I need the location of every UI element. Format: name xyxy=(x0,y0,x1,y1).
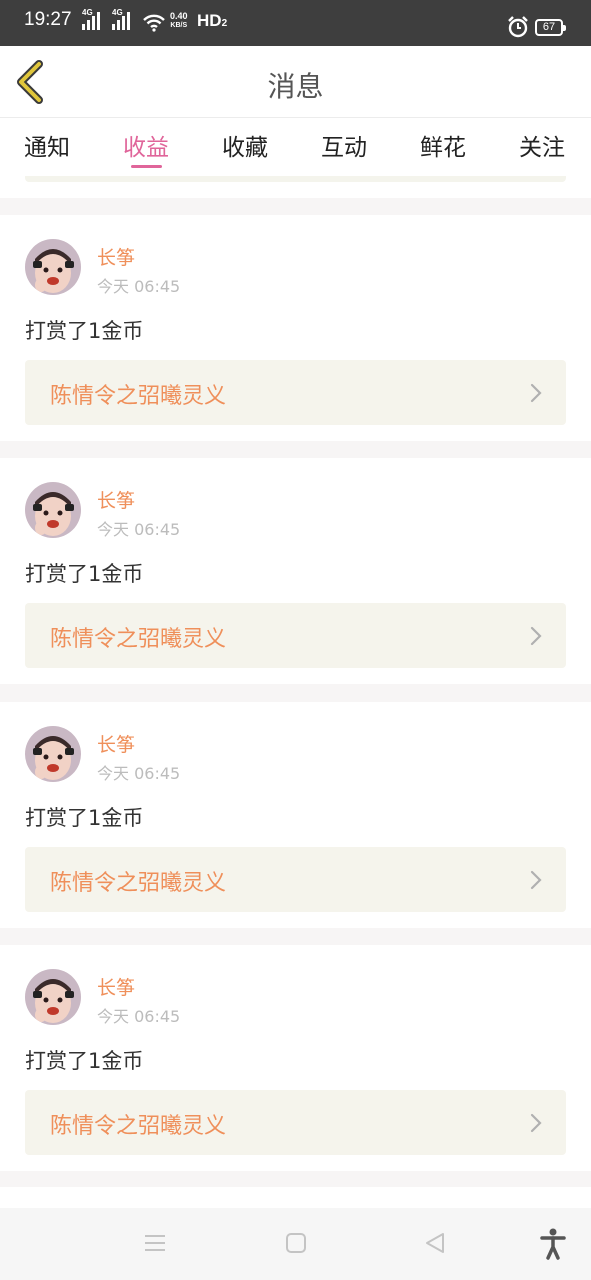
book-link[interactable]: 陈情令之弨曦灵义 xyxy=(25,1090,566,1155)
system-nav-bar xyxy=(0,1208,591,1280)
book-title: 陈情令之弨曦灵义 xyxy=(50,384,227,409)
username[interactable]: 长筝 xyxy=(97,730,135,757)
reward-card: 长筝 今天 06:45 打赏了1金币 陈情令之弨曦灵义 xyxy=(0,945,591,1171)
signal-icon: 4G xyxy=(82,8,100,30)
tab-flowers[interactable]: 鲜花 xyxy=(420,128,466,162)
avatar[interactable] xyxy=(25,239,81,295)
back-triangle-icon[interactable] xyxy=(424,1232,446,1254)
timestamp: 今天 06:45 xyxy=(97,764,181,783)
tab-bar: 通知 收益 收藏 互动 鲜花 关注 xyxy=(0,118,591,176)
tab-favorites[interactable]: 收藏 xyxy=(222,128,268,162)
title-bar: 消息 xyxy=(0,46,591,118)
page-title: 消息 xyxy=(267,70,324,103)
book-link[interactable]: 陈情令之弨曦灵义 xyxy=(25,603,566,668)
chevron-right-icon xyxy=(530,383,542,403)
chevron-right-icon xyxy=(530,1113,542,1133)
reward-message: 打赏了1金币 xyxy=(25,806,144,830)
book-link[interactable]: 陈情令之弨曦灵义 xyxy=(25,847,566,912)
tab-notice[interactable]: 通知 xyxy=(24,128,70,162)
tab-interaction[interactable]: 互动 xyxy=(321,128,367,162)
reward-card: 长筝 今天 06:45 打赏了1金币 陈情令之弨曦灵义 xyxy=(0,702,591,928)
active-tab-indicator xyxy=(131,165,162,168)
username[interactable]: 长筝 xyxy=(97,243,135,270)
partial-card xyxy=(0,1187,591,1208)
book-title: 陈情令之弨曦灵义 xyxy=(50,1114,227,1139)
timestamp: 今天 06:45 xyxy=(97,277,181,296)
timestamp: 今天 06:45 xyxy=(97,1007,181,1026)
reward-message: 打赏了1金币 xyxy=(25,1049,144,1073)
accessibility-icon[interactable] xyxy=(540,1228,566,1260)
tab-earnings[interactable]: 收益 xyxy=(123,128,169,162)
network-speed: 0.40 KB/S xyxy=(170,11,188,30)
reward-message: 打赏了1金币 xyxy=(25,319,144,343)
signal-icon: 4G xyxy=(112,8,130,30)
status-time: 19:27 xyxy=(24,9,72,30)
chevron-right-icon xyxy=(530,870,542,890)
menu-icon[interactable] xyxy=(144,1232,166,1254)
username[interactable]: 长筝 xyxy=(97,973,135,1000)
avatar[interactable] xyxy=(25,482,81,538)
username[interactable]: 长筝 xyxy=(97,486,135,513)
book-link[interactable]: 陈情令之弨曦灵义 xyxy=(25,360,566,425)
reward-message: 打赏了1金币 xyxy=(25,562,144,586)
alarm-icon xyxy=(508,16,528,38)
wifi-icon xyxy=(143,14,165,32)
timestamp: 今天 06:45 xyxy=(97,520,181,539)
battery-icon: 67 xyxy=(535,19,566,36)
partial-card xyxy=(0,176,591,198)
tab-following[interactable]: 关注 xyxy=(519,128,565,162)
avatar[interactable] xyxy=(25,726,81,782)
avatar[interactable] xyxy=(25,969,81,1025)
chevron-right-icon xyxy=(530,626,542,646)
reward-card: 长筝 今天 06:45 打赏了1金币 陈情令之弨曦灵义 xyxy=(0,458,591,684)
status-bar: 19:27 4G 4G 0.40 KB/S HD2 67 xyxy=(0,0,591,46)
home-square-icon[interactable] xyxy=(285,1232,307,1254)
book-title: 陈情令之弨曦灵义 xyxy=(50,871,227,896)
reward-card: 长筝 今天 06:45 打赏了1金币 陈情令之弨曦灵义 xyxy=(0,215,591,441)
book-title: 陈情令之弨曦灵义 xyxy=(50,627,227,652)
hd-badge: HD2 xyxy=(197,11,228,30)
